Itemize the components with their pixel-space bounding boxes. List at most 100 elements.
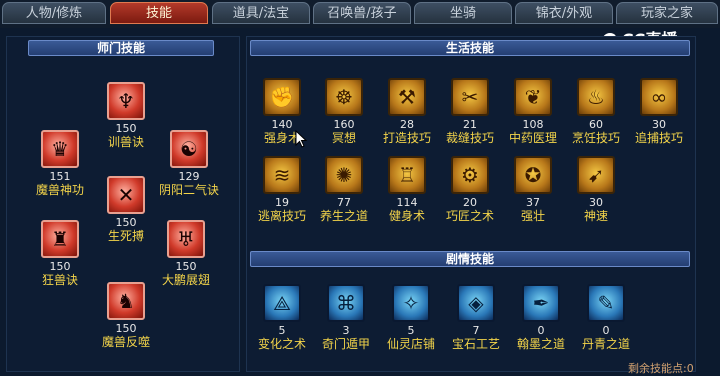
- skill-caifeng[interactable]: ✂ 21 裁缝技巧: [438, 78, 502, 145]
- skill-level: 114: [396, 196, 418, 209]
- skill-danqing[interactable]: ✎ 0 丹青之道: [574, 284, 638, 351]
- skill-shensu[interactable]: ➹ 30 神速: [564, 156, 628, 223]
- skill-moshou-shengong[interactable]: ♛ 151 魔兽神功: [28, 130, 92, 197]
- skill-name: 丹青之道: [581, 337, 630, 351]
- skill-level: 60: [589, 118, 603, 131]
- maze-icon[interactable]: ⌘: [327, 284, 365, 322]
- skill-name: 狂兽诀: [41, 273, 78, 287]
- craftsman-icon[interactable]: ⚙: [451, 156, 489, 194]
- claw-icon[interactable]: ✕: [107, 176, 145, 214]
- skill-xianling[interactable]: ✧ 5 仙灵店铺: [379, 284, 443, 351]
- transform-icon[interactable]: ⟁: [263, 284, 301, 322]
- skill-level: 108: [522, 118, 544, 131]
- skill-level: 5: [278, 324, 286, 337]
- skill-qiangzhuang[interactable]: ✪ 37 强壮: [501, 156, 565, 223]
- skill-level: 21: [463, 118, 477, 131]
- skill-zhuibu[interactable]: ∞ 30 追捕技巧: [627, 78, 691, 145]
- skill-name: 追捕技巧: [634, 131, 683, 145]
- skill-name: 烹饪技巧: [571, 131, 620, 145]
- skill-name: 生死搏: [107, 229, 144, 243]
- ink-icon[interactable]: ✒: [522, 284, 560, 322]
- wing-icon[interactable]: ♅: [167, 220, 205, 258]
- skill-level: 7: [472, 324, 480, 337]
- mouse-cursor-icon: [295, 130, 307, 148]
- skill-name: 魔兽反噬: [101, 335, 150, 349]
- skill-dapeng[interactable]: ♅ 150 大鹏展翅: [154, 220, 218, 287]
- escape-icon[interactable]: ≋: [263, 156, 301, 194]
- skill-taoli[interactable]: ≋ 19 逃离技巧: [250, 156, 314, 223]
- skill-level: 150: [175, 260, 197, 273]
- skill-qimen[interactable]: ⌘ 3 奇门遁甲: [314, 284, 378, 351]
- herb-icon[interactable]: ❦: [514, 78, 552, 116]
- health-icon[interactable]: ✺: [325, 156, 363, 194]
- skill-bianhua[interactable]: ⟁ 5 变化之术: [250, 284, 314, 351]
- tab-home[interactable]: 玩家之家: [616, 2, 718, 24]
- skill-level: 151: [49, 170, 71, 183]
- skill-name: 宝石工艺: [451, 337, 500, 351]
- tab-summons[interactable]: 召唤兽/孩子: [313, 2, 411, 24]
- skill-kuangshou[interactable]: ♜ 150 狂兽诀: [28, 220, 92, 287]
- skill-level: 30: [589, 196, 603, 209]
- cooking-icon[interactable]: ♨: [577, 78, 615, 116]
- tab-bar: 人物/修炼 技能 道具/法宝 召唤兽/孩子 坐骑 锦衣/外观 玩家之家: [0, 0, 720, 28]
- strong-icon[interactable]: ✪: [514, 156, 552, 194]
- tab-items[interactable]: 道具/法宝: [212, 2, 310, 24]
- skill-mingxiang[interactable]: ☸ 160 冥想: [312, 78, 376, 145]
- skill-name: 健身术: [388, 209, 425, 223]
- skill-name: 强壮: [520, 209, 545, 223]
- skill-dazao[interactable]: ⚒ 28 打造技巧: [375, 78, 439, 145]
- section-header-shimen: 师门技能: [28, 40, 214, 56]
- skill-hanmo[interactable]: ✒ 0 翰墨之道: [509, 284, 573, 351]
- yin-yang-mask-icon[interactable]: ☯: [170, 130, 208, 168]
- tab-mount[interactable]: 坐骑: [414, 2, 512, 24]
- muscle-icon[interactable]: ✊: [263, 78, 301, 116]
- skill-level: 150: [49, 260, 71, 273]
- demon-head-icon[interactable]: ♞: [107, 282, 145, 320]
- skill-level: 0: [537, 324, 545, 337]
- beast-head-icon[interactable]: ♛: [41, 130, 79, 168]
- skill-level: 160: [333, 118, 355, 131]
- skill-pengren[interactable]: ♨ 60 烹饪技巧: [564, 78, 628, 145]
- skill-level: 37: [526, 196, 540, 209]
- skill-name: 翰墨之道: [516, 337, 565, 351]
- skill-level: 129: [178, 170, 200, 183]
- skill-name: 神速: [583, 209, 608, 223]
- skill-name: 魔兽神功: [35, 183, 84, 197]
- skill-level: 0: [602, 324, 610, 337]
- skill-name: 变化之术: [257, 337, 306, 351]
- whip-icon[interactable]: ♆: [107, 82, 145, 120]
- skill-baoshi[interactable]: ◈ 7 宝石工艺: [444, 284, 508, 351]
- skill-yinyang[interactable]: ☯ 129 阴阳二气诀: [154, 130, 224, 197]
- gem-icon[interactable]: ◈: [457, 284, 495, 322]
- skill-name: 大鹏展翅: [161, 273, 210, 287]
- speed-icon[interactable]: ➹: [577, 156, 615, 194]
- skill-moshou-fanshi[interactable]: ♞ 150 魔兽反噬: [94, 282, 158, 349]
- skill-name: 训兽诀: [107, 135, 144, 149]
- skill-xunshou[interactable]: ♆ 150 训兽诀: [94, 82, 158, 149]
- skill-name: 巧匠之术: [445, 209, 494, 223]
- skill-level: 5: [407, 324, 415, 337]
- meditation-icon[interactable]: ☸: [325, 78, 363, 116]
- skill-jianshen[interactable]: ♖ 114 健身术: [375, 156, 439, 223]
- skill-yangsheng[interactable]: ✺ 77 养生之道: [312, 156, 376, 223]
- skill-level: 3: [342, 324, 350, 337]
- section-header-story: 剧情技能: [250, 251, 690, 267]
- beetle-icon[interactable]: ♜: [41, 220, 79, 258]
- skill-name: 打造技巧: [382, 131, 431, 145]
- scissors-icon[interactable]: ✂: [451, 78, 489, 116]
- tab-character[interactable]: 人物/修炼: [2, 2, 106, 24]
- tab-outfit[interactable]: 锦衣/外观: [515, 2, 613, 24]
- skill-shengsibo[interactable]: ✕ 150 生死搏: [94, 176, 158, 243]
- skill-level: 28: [400, 118, 414, 131]
- skill-zhongyao[interactable]: ❦ 108 中药医理: [501, 78, 565, 145]
- rope-icon[interactable]: ∞: [640, 78, 678, 116]
- tab-skills[interactable]: 技能: [110, 2, 208, 24]
- skill-name: 冥想: [331, 131, 356, 145]
- skill-level: 150: [115, 322, 137, 335]
- painting-icon[interactable]: ✎: [587, 284, 625, 322]
- fitness-icon[interactable]: ♖: [388, 156, 426, 194]
- skill-name: 裁缝技巧: [445, 131, 494, 145]
- hammer-icon[interactable]: ⚒: [388, 78, 426, 116]
- shop-icon[interactable]: ✧: [392, 284, 430, 322]
- skill-qiaojiang[interactable]: ⚙ 20 巧匠之术: [438, 156, 502, 223]
